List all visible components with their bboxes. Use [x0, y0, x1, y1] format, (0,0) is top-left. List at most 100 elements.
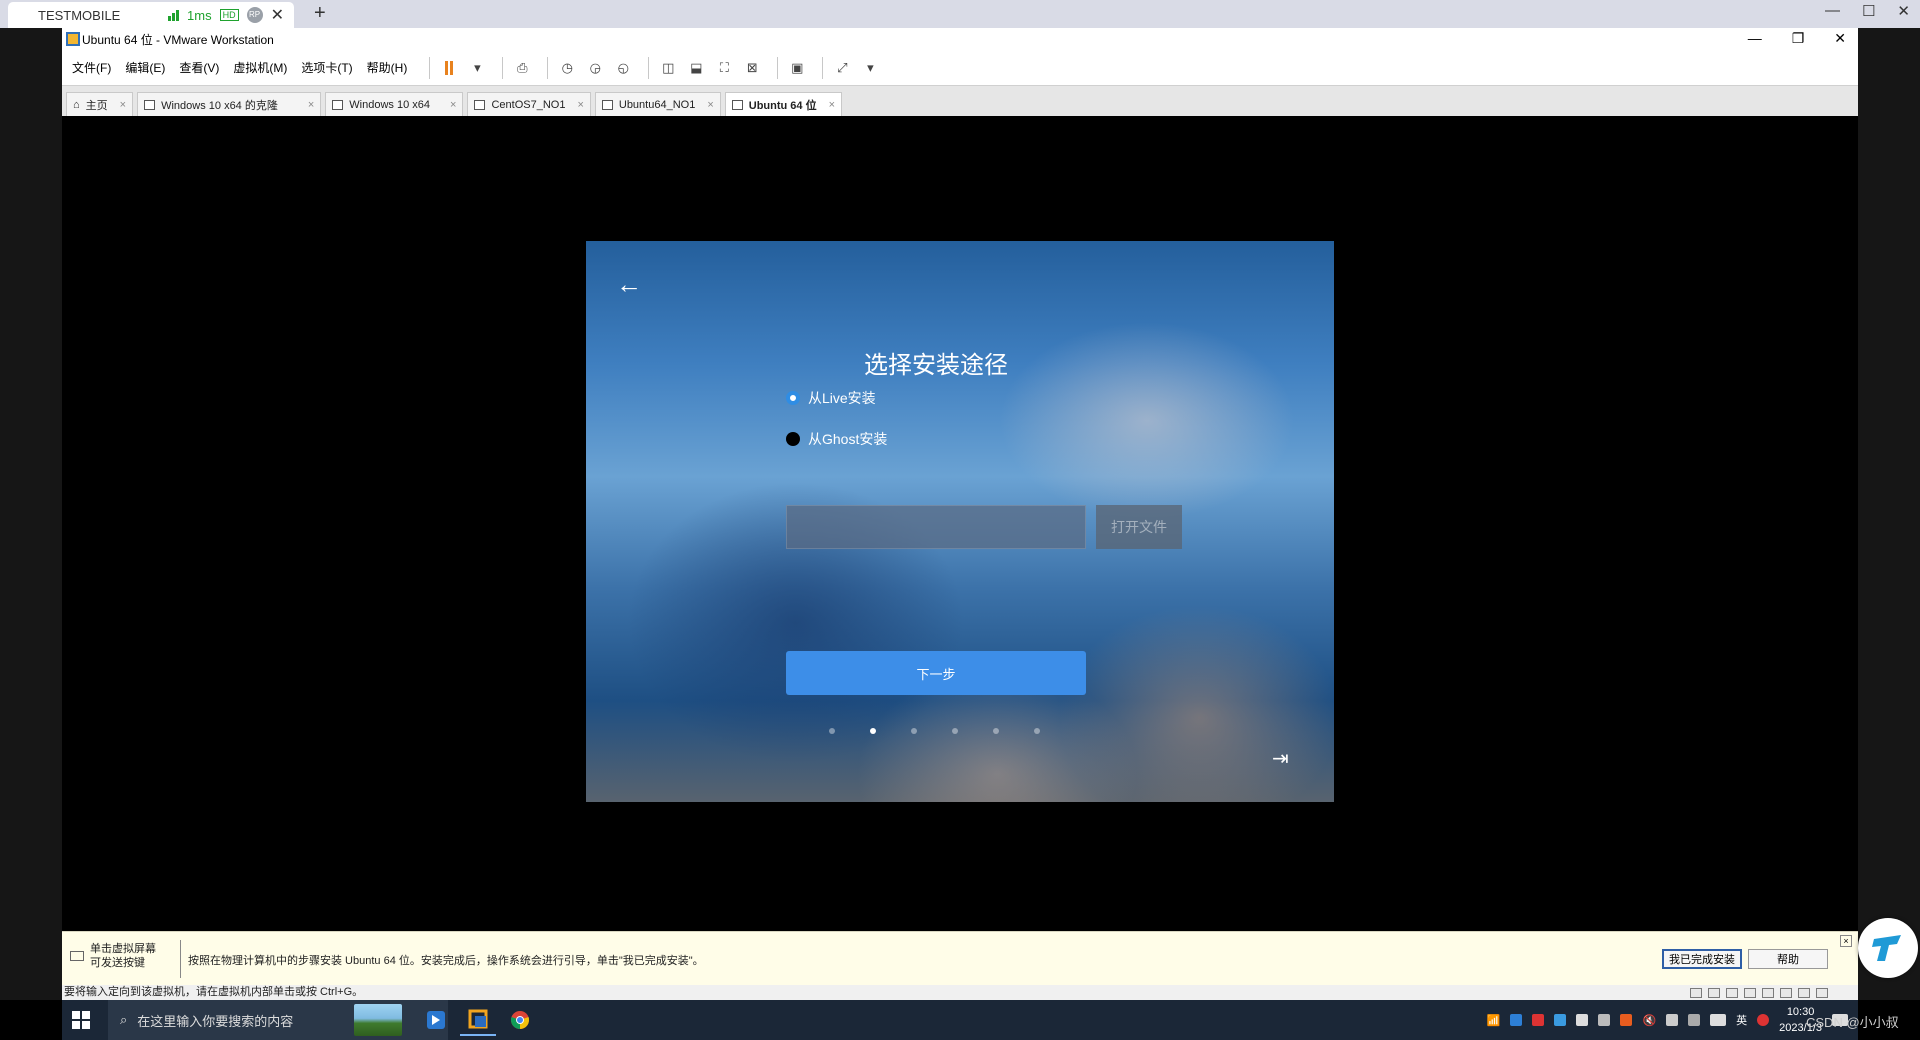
minimize-button[interactable]: — — [1825, 2, 1840, 20]
start-button[interactable] — [72, 1011, 90, 1029]
tab-close-icon[interactable]: × — [577, 99, 583, 111]
tab-label: 主页 — [85, 99, 108, 112]
send-ctrl-alt-del-icon[interactable]: ⎙ — [511, 57, 533, 79]
stretch-dropdown-icon[interactable]: ▾ — [859, 57, 881, 79]
vmware-close-button[interactable]: ✕ — [1834, 30, 1846, 47]
keyboard-tray-icon[interactable] — [1710, 1014, 1727, 1026]
tab-close-icon[interactable]: × — [450, 99, 456, 111]
stretch-guest-icon[interactable]: ⤢ — [831, 57, 853, 79]
option-live-install[interactable]: 从Live安装 — [786, 388, 876, 408]
close-session-button[interactable]: ✕ — [271, 5, 284, 25]
ime-indicator[interactable]: 英 — [1736, 1012, 1747, 1028]
step-dot-active — [870, 728, 876, 734]
unity-icon[interactable]: ⊠ — [741, 57, 763, 79]
signal-icon — [168, 9, 180, 21]
radio-unselected-icon[interactable] — [786, 432, 800, 446]
rp-badge: RP — [246, 7, 263, 23]
tab-ubuntu64-no1[interactable]: Ubuntu64_NO1 × — [594, 92, 721, 116]
volume-muted-icon[interactable]: 🔇 — [1642, 1014, 1656, 1027]
toolbar-separator — [502, 56, 504, 79]
revert-snapshot-icon[interactable]: ◶ — [584, 57, 606, 79]
vmware-window-controls: — ❐ ✕ — [1748, 30, 1846, 47]
exit-installer-icon[interactable]: ⇥ — [1272, 746, 1289, 771]
vm-icon — [474, 99, 486, 110]
tab-close-icon[interactable]: × — [308, 99, 314, 111]
guest-display[interactable]: ← 选择安装途径 从Live安装 从Ghost安装 打开文件 下一步 ⇥ — [62, 116, 1858, 931]
network-icon[interactable] — [1688, 1014, 1701, 1026]
pause-vm-button[interactable] — [438, 57, 460, 79]
taskbar-app-chrome[interactable] — [502, 1004, 538, 1036]
tab-windows10-clone[interactable]: Windows 10 x64 的克隆 × — [137, 92, 322, 116]
network-adapter-icon[interactable] — [1726, 988, 1738, 998]
printer-icon[interactable] — [1780, 988, 1792, 998]
vmware-app-icon — [468, 1009, 488, 1029]
remote-session-tab[interactable]: TESTMOBILE 1ms HD RP ✕ — [8, 2, 294, 28]
display-tray-icon[interactable] — [1576, 1014, 1589, 1026]
open-file-button[interactable]: 打开文件 — [1096, 505, 1182, 549]
next-step-button[interactable]: 下一步 — [786, 651, 1086, 695]
floating-assistant-icon[interactable] — [1858, 918, 1918, 978]
device-status-icons — [1690, 988, 1828, 998]
new-session-button[interactable]: + — [314, 2, 326, 25]
click-screen-hint-line1: 单击虚拟屏幕 — [90, 943, 156, 955]
search-placeholder: 在这里输入你要搜索的内容 — [137, 1013, 294, 1029]
sogou-input-icon[interactable] — [1757, 1014, 1770, 1026]
toolbar-separator — [429, 56, 431, 79]
wifi-icon[interactable]: 📶 — [1487, 1014, 1501, 1027]
console-view-icon[interactable]: ▣ — [786, 57, 808, 79]
maximize-button[interactable]: ☐ — [1862, 2, 1875, 20]
help-button[interactable]: 帮助 — [1748, 949, 1828, 969]
sound-icon[interactable] — [1762, 988, 1774, 998]
usb-icon[interactable] — [1744, 988, 1756, 998]
message-icon[interactable] — [1816, 988, 1828, 998]
app-tray-icon[interactable] — [1554, 1014, 1567, 1026]
close-button[interactable]: ✕ — [1897, 2, 1910, 20]
installer-title: 选择安装途径 — [864, 352, 1008, 379]
step-indicator — [829, 728, 1040, 734]
usb-tray-icon[interactable] — [1598, 1014, 1611, 1026]
tab-label: Ubuntu 64 位 — [748, 99, 817, 112]
tab-ubuntu64-active[interactable]: Ubuntu 64 位 × — [724, 92, 843, 116]
toolbar-separator — [648, 56, 650, 79]
desktop-margin-right — [1858, 28, 1920, 1000]
battery-icon[interactable] — [1666, 1014, 1679, 1026]
menu-vm[interactable]: 虚拟机(M) — [233, 59, 287, 76]
vmware-minimize-button[interactable]: — — [1748, 30, 1762, 47]
tab-home[interactable]: ⌂ 主页 × — [66, 92, 134, 116]
vmware-menubar-toolbar: 文件(F) 编辑(E) 查看(V) 虚拟机(M) 选项卡(T) 帮助(H) ▾ … — [62, 50, 1858, 86]
menu-edit[interactable]: 编辑(E) — [125, 59, 165, 76]
antivirus-icon[interactable] — [1532, 1014, 1545, 1026]
display-icon[interactable] — [1798, 988, 1810, 998]
tab-close-icon[interactable]: × — [120, 99, 126, 111]
tab-centos7[interactable]: CentOS7_NO1 × — [467, 92, 591, 116]
cd-dvd-icon[interactable] — [1708, 988, 1720, 998]
menu-view[interactable]: 查看(V) — [179, 59, 219, 76]
security-tray-icon[interactable] — [1620, 1014, 1633, 1026]
snapshot-manager-icon[interactable]: ◵ — [612, 57, 634, 79]
taskbar-app-remote[interactable] — [418, 1004, 454, 1036]
hint-close-icon[interactable]: × — [1840, 935, 1852, 947]
tab-windows10[interactable]: Windows 10 x64 × — [325, 92, 464, 116]
show-library-icon[interactable]: ◫ — [657, 57, 679, 79]
vmware-restore-button[interactable]: ❐ — [1792, 30, 1805, 47]
system-tray: 📶 🔇 英 10:30 2023/1/3 — [1487, 1000, 1848, 1040]
radio-selected-icon[interactable] — [786, 391, 800, 405]
tab-close-icon[interactable]: × — [829, 99, 835, 111]
ghost-file-path-input[interactable] — [786, 505, 1086, 549]
menu-help[interactable]: 帮助(H) — [367, 59, 408, 76]
option-ghost-install[interactable]: 从Ghost安装 — [786, 429, 887, 449]
power-dropdown-icon[interactable]: ▾ — [466, 57, 488, 79]
full-screen-icon[interactable]: ⛶ — [713, 57, 735, 79]
remote-tray-icon[interactable] — [1510, 1014, 1523, 1026]
hard-disk-icon[interactable] — [1690, 988, 1702, 998]
taskbar-app-vmware[interactable] — [460, 1004, 496, 1036]
back-arrow-icon[interactable]: ← — [616, 269, 642, 300]
tab-close-icon[interactable]: × — [707, 99, 713, 111]
menu-file[interactable]: 文件(F) — [72, 59, 111, 76]
menu-tabs[interactable]: 选项卡(T) — [301, 59, 352, 76]
thumbnail-bar-icon[interactable]: ⬓ — [685, 57, 707, 79]
vmware-title: Ubuntu 64 位 - VMware Workstation — [82, 32, 274, 47]
snapshot-icon[interactable]: ◷ — [556, 57, 578, 79]
install-complete-button[interactable]: 我已完成安装 — [1662, 949, 1742, 969]
remote-app-icon — [427, 1011, 445, 1029]
